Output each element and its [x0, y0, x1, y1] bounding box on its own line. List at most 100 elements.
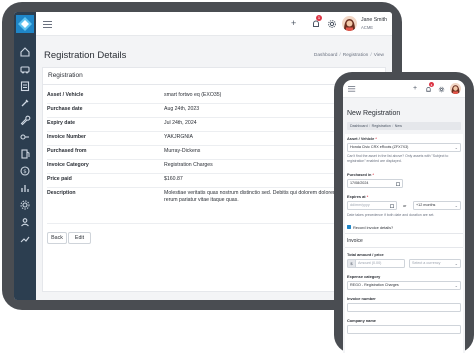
detail-value: $160.87	[164, 176, 183, 182]
users-icon[interactable]	[19, 216, 31, 228]
key-icon[interactable]	[19, 131, 31, 143]
duration-value: +12 months	[416, 203, 436, 207]
expires-duration-select[interactable]: +12 months ⌄	[413, 201, 461, 210]
detail-row: Purchase date Aug 24th, 2023	[47, 104, 383, 118]
menu-toggle-icon[interactable]	[43, 21, 52, 28]
phone-menu-toggle-icon[interactable]	[348, 86, 356, 92]
detail-row: Price paid $160.87	[47, 174, 383, 188]
amount-input[interactable]: Amount (0.00)	[355, 259, 405, 268]
new-registration-form: Asset / Vehicle * Honda Civic CRX eRoots…	[345, 134, 463, 353]
wrench-icon[interactable]	[19, 114, 31, 126]
vehicle-icon[interactable]	[19, 63, 31, 75]
clipboard-icon[interactable]	[19, 80, 31, 92]
expires-date-placeholder: dd/mm/yyyy	[350, 203, 370, 207]
breadcrumb-current: New	[394, 124, 402, 128]
notification-badge: 1	[316, 15, 322, 21]
amount-label: Total amount / price	[347, 252, 384, 257]
chevron-down-icon: ⌄	[454, 261, 458, 266]
phone-bell-icon[interactable]	[425, 86, 432, 93]
detail-row: Invoice Number YAKJRGNIA	[47, 132, 383, 146]
phone-add-icon[interactable]: +	[413, 85, 417, 92]
detail-row: Asset / Vehicle smart fortwo eq (EXO35)	[47, 90, 383, 104]
detail-row-description: Description Molestiae veritatis quas nos…	[47, 188, 383, 224]
add-icon[interactable]: +	[291, 19, 296, 28]
dollar-icon[interactable]: $	[19, 165, 31, 177]
expense-category-label: Expense category	[347, 274, 381, 279]
expense-category-value: REGO - Registration Charges	[350, 283, 399, 287]
record-invoice-label: Record invoice details?	[353, 225, 394, 230]
expires-help-text: Date takes precedence if both date and d…	[347, 213, 435, 217]
phone-top-bar: + 1	[343, 80, 465, 98]
breadcrumb: Dashboard / Registration / View	[313, 53, 384, 58]
back-button[interactable]: Back	[47, 232, 67, 244]
top-bar: + 1 Jane Smith ACME	[36, 12, 392, 36]
stats-icon[interactable]	[19, 233, 31, 245]
expense-category-select[interactable]: REGO - Registration Charges ⌄	[347, 281, 461, 290]
or-text: or	[403, 203, 407, 208]
phone-page-title: New Registration	[347, 110, 401, 117]
purchased-date-input[interactable]: 17/08/2024	[347, 179, 403, 188]
section-divider	[345, 247, 463, 248]
calendar-icon	[396, 182, 400, 186]
asset-select[interactable]: Honda Civic CRX eRoots (ZFX7X3) ⌄	[347, 143, 461, 152]
detail-value: Aug 24th, 2023	[164, 106, 200, 112]
chevron-down-icon: ⌄	[454, 283, 458, 288]
home-icon[interactable]	[19, 46, 31, 58]
edit-button[interactable]: Edit	[68, 232, 91, 244]
detail-value: Jul 24th, 2024	[164, 120, 197, 126]
chart-icon[interactable]	[19, 182, 31, 194]
gear-icon[interactable]	[19, 199, 31, 211]
detail-label: Purchased from	[47, 148, 87, 154]
expires-date-input[interactable]: dd/mm/yyyy	[347, 201, 397, 210]
settings-gear-icon[interactable]	[327, 19, 337, 29]
breadcrumb-dashboard[interactable]: Dashboard	[350, 124, 368, 128]
calendar-icon	[390, 204, 394, 208]
purchased-date-value: 17/08/2024	[350, 181, 369, 185]
breadcrumb-registration[interactable]: Registration	[372, 124, 391, 128]
invoice-number-label: Invoice number	[347, 296, 376, 301]
company-name-input[interactable]	[347, 325, 461, 334]
detail-value: YAKJRGNIA	[164, 134, 194, 140]
phone-breadcrumb: Dashboard / Registration / New	[347, 122, 461, 130]
detail-label: Description	[47, 190, 76, 196]
user-avatar[interactable]	[342, 16, 357, 31]
detail-label: Expiry date	[47, 120, 75, 126]
card-title: Registration	[48, 72, 83, 79]
svg-text:$: $	[23, 169, 27, 175]
user-name[interactable]: Jane Smith	[361, 17, 387, 23]
detail-label: Price paid	[47, 176, 72, 182]
breadcrumb-current: View	[373, 53, 384, 58]
expires-label: Expires at *	[347, 194, 369, 199]
phone-main-content: New Registration Dashboard / Registration /…	[343, 98, 465, 353]
company-name-label: Company name	[347, 318, 376, 323]
app-logo-icon[interactable]	[16, 15, 34, 33]
detail-value: smart fortwo eq (EXO35)	[164, 92, 222, 98]
tools-icon[interactable]	[19, 97, 31, 109]
user-company: ACME	[361, 25, 374, 30]
phone-user-avatar[interactable]	[450, 83, 461, 94]
chevron-down-icon: ⌄	[454, 203, 458, 208]
detail-label: Purchase date	[47, 106, 83, 112]
purchased-label: Purchased in *	[347, 172, 375, 177]
detail-row: Expiry date Jul 24th, 2024	[47, 118, 383, 132]
currency-prefix-icon: $	[347, 259, 355, 268]
detail-row: Invoice Category Registration Charges	[47, 160, 383, 174]
fuel-icon[interactable]	[19, 148, 31, 160]
phone-notification-badge: 1	[429, 82, 434, 87]
chevron-down-icon: ⌄	[454, 145, 458, 150]
asset-select-value: Honda Civic CRX eRoots (ZFX7X3)	[350, 145, 409, 149]
detail-row: Purchased from Murray-Dickens	[47, 146, 383, 160]
breadcrumb-registration[interactable]: Registration	[343, 53, 369, 58]
page-title: Registration Details	[44, 50, 127, 61]
breadcrumb-dashboard[interactable]: Dashboard	[314, 53, 337, 58]
phone-device: + 1 New Registration Dashboard / Registrat…	[334, 72, 474, 353]
phone-gear-icon[interactable]	[438, 86, 445, 93]
currency-select[interactable]: Select a currency ⌄	[409, 259, 461, 268]
detail-label: Invoice Number	[47, 134, 86, 140]
sidebar: $	[14, 12, 36, 300]
detail-label: Asset / Vehicle	[47, 92, 84, 98]
record-invoice-checkbox[interactable]	[347, 225, 351, 229]
asset-label: Asset / Vehicle *	[347, 136, 377, 141]
invoice-number-input[interactable]	[347, 303, 461, 312]
asset-help-text: Can't find the asset in the list above? …	[347, 154, 449, 163]
